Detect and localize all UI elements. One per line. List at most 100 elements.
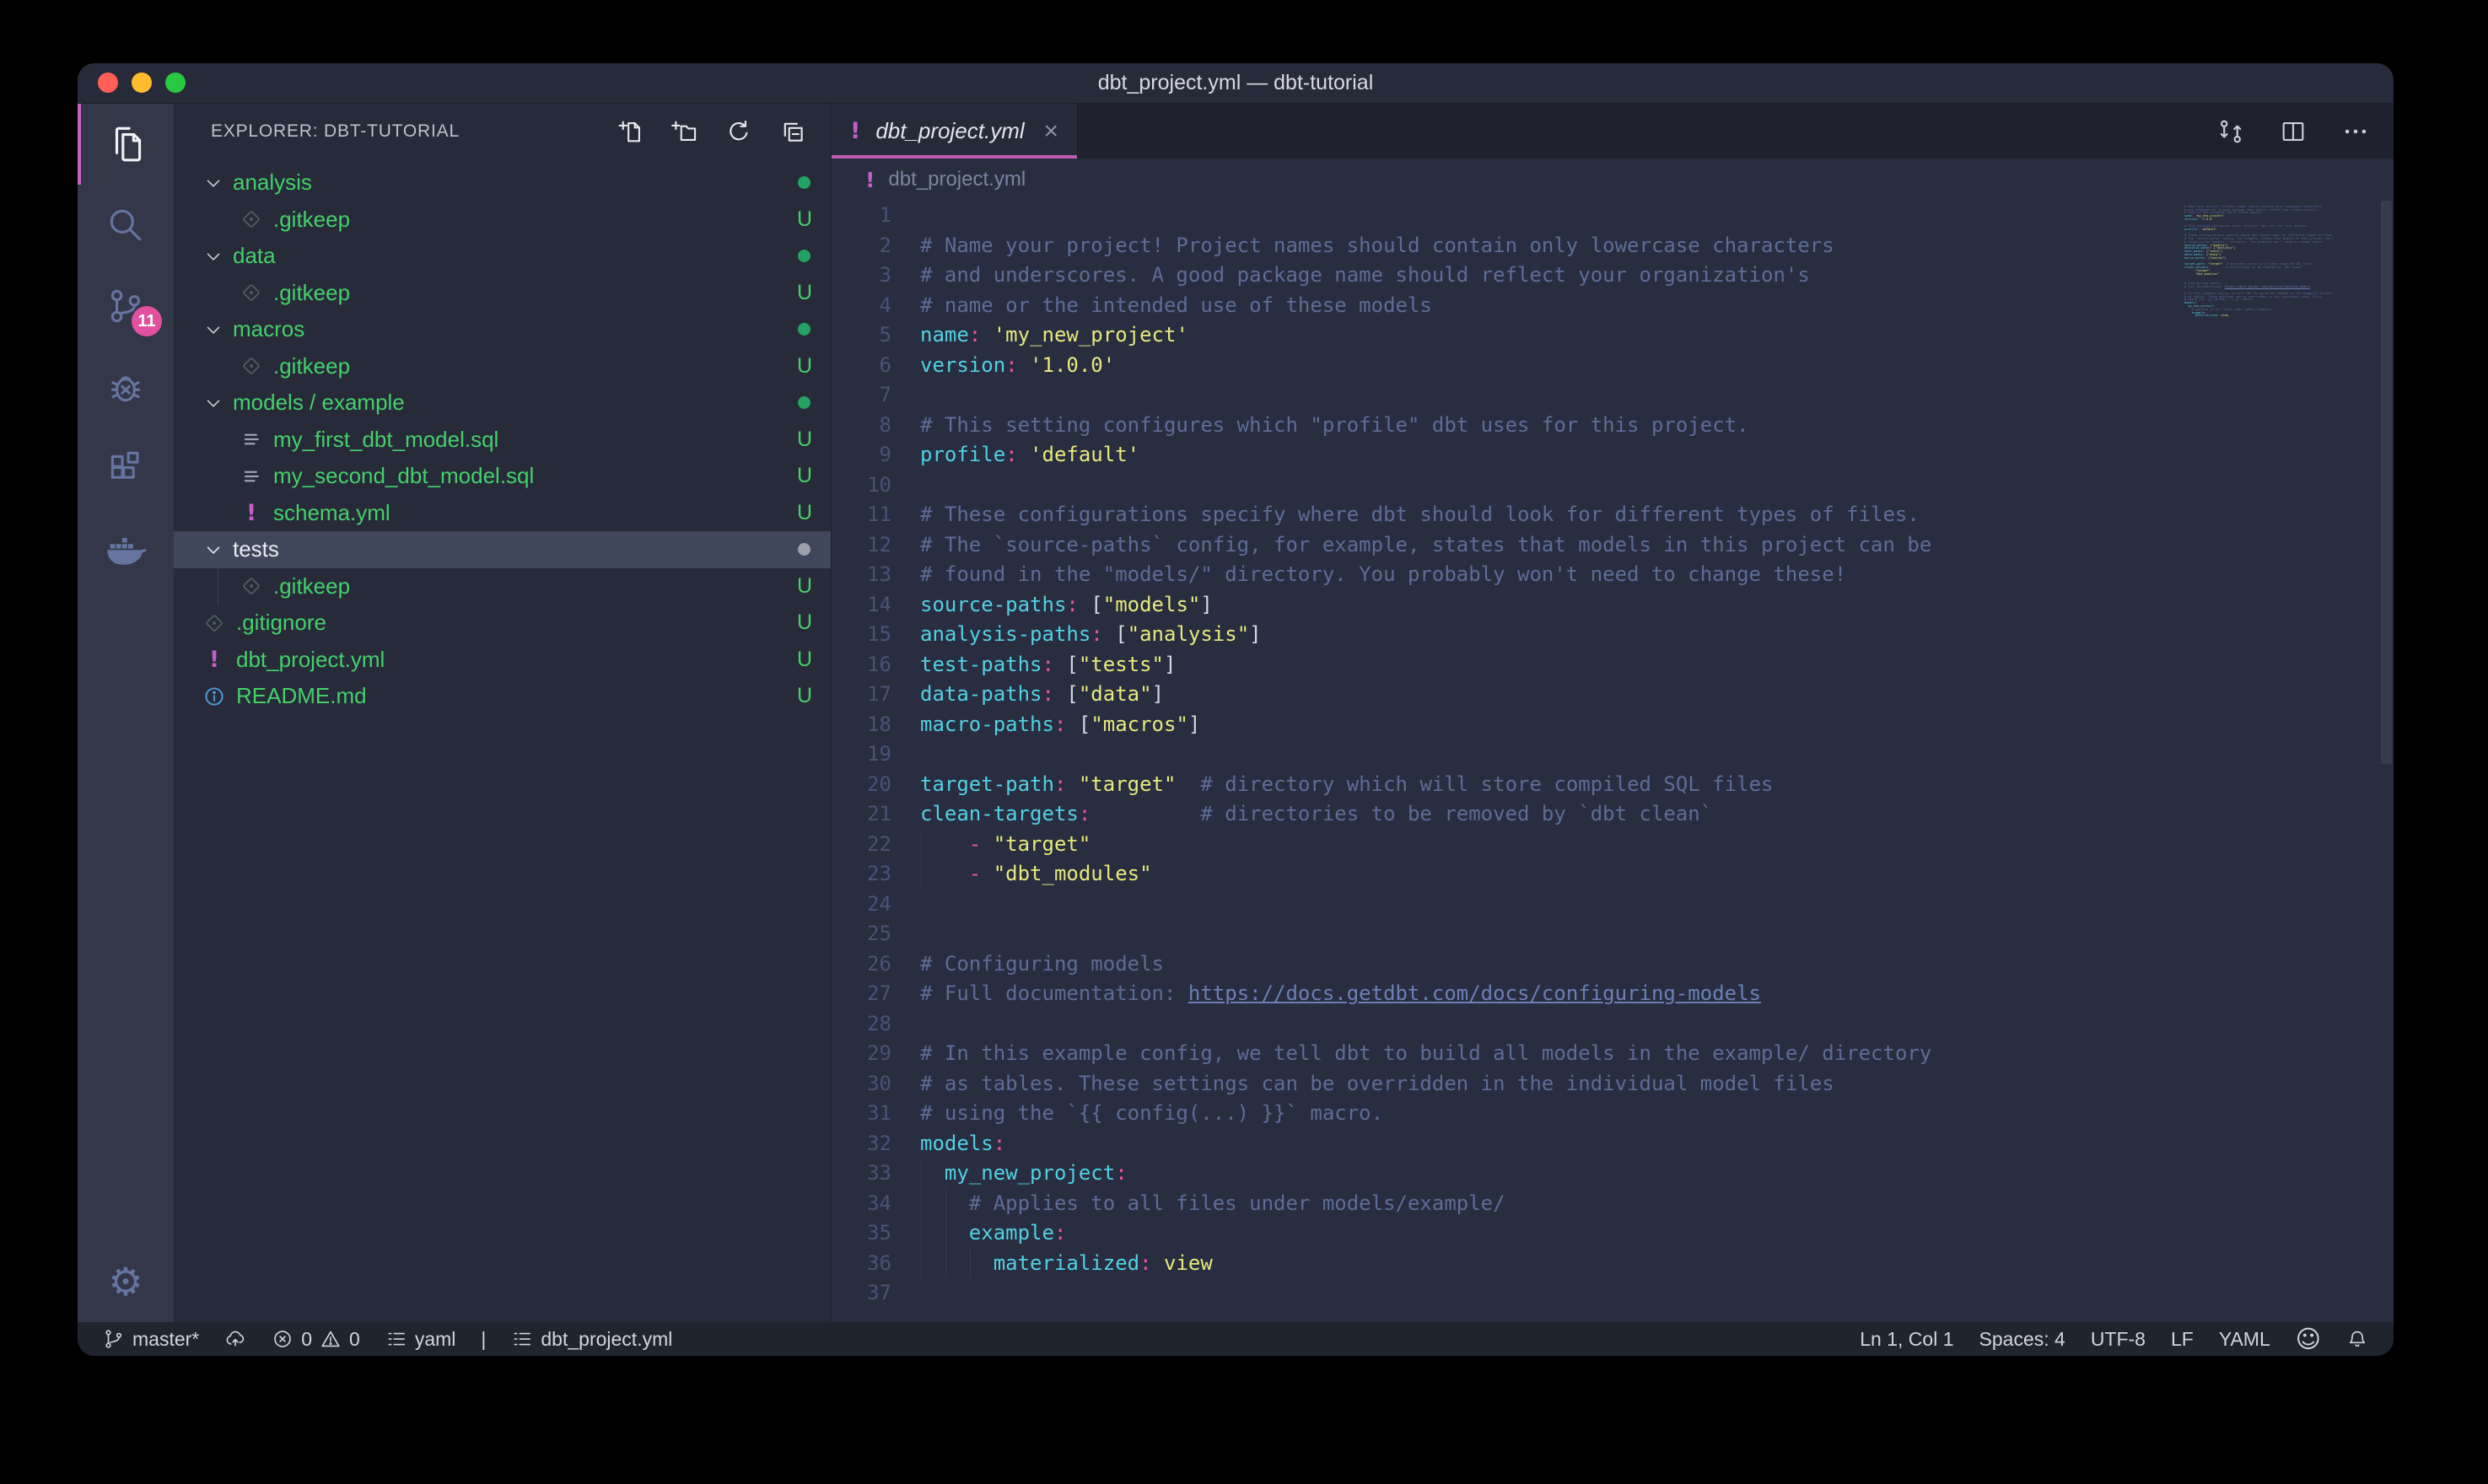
code-line: 21clean-targets: # directories to be rem…: [832, 799, 2394, 830]
activity-item-docker[interactable]: [78, 508, 174, 589]
status-0[interactable]: 00: [272, 1328, 360, 1351]
line-number: 15: [832, 620, 920, 650]
new-folder-button[interactable]: [669, 116, 701, 148]
line-number: 20: [832, 770, 920, 800]
git-untracked-badge: U: [797, 354, 812, 379]
status-lf[interactable]: LF: [2171, 1328, 2194, 1351]
status-yaml[interactable]: yaml: [385, 1328, 456, 1351]
line-number: 37: [832, 1278, 920, 1309]
folder-modified-dot: [798, 176, 810, 189]
line-number: 30: [832, 1069, 920, 1100]
new-file-button[interactable]: [615, 116, 647, 148]
status-label: 0: [349, 1328, 360, 1351]
activity-item-source-control[interactable]: 11: [78, 266, 174, 347]
status--[interactable]: |: [481, 1328, 486, 1351]
tree-item-label: tests: [233, 536, 279, 562]
code-line: 28: [832, 1009, 2394, 1040]
collapse-all-button[interactable]: [777, 116, 809, 148]
tree-item-label: README.md: [236, 683, 367, 709]
search-icon: [105, 204, 147, 246]
tree-item-dbt-project.yml[interactable]: !dbt_project.ymlU: [174, 642, 831, 679]
breadcrumb[interactable]: ! dbt_project.yml: [832, 159, 2394, 201]
tab-dbt-project-yml[interactable]: ! dbt_project.yml ×: [832, 104, 1078, 159]
status-bar: master*00yaml|dbt_project.yml Ln 1, Col …: [78, 1322, 2394, 1356]
tree-item-macros[interactable]: macros: [174, 311, 831, 348]
code-line: 22 - "target": [832, 830, 2394, 860]
status-spaces-4[interactable]: Spaces: 4: [1979, 1328, 2065, 1351]
sql-file-icon: [240, 427, 263, 451]
more-actions-button[interactable]: [2341, 117, 2370, 146]
activity-item-files[interactable]: [78, 104, 174, 185]
split-editor-icon: [2279, 117, 2308, 146]
line-number: 7: [832, 380, 920, 411]
tree-item-tests[interactable]: tests: [174, 531, 831, 568]
close-icon[interactable]: ×: [1043, 117, 1058, 146]
settings-gear-icon: ⚙: [108, 1262, 143, 1301]
code-area[interactable]: 12 # Name your project! Project names sho…: [832, 201, 2394, 1322]
yaml-file-icon: !: [240, 501, 263, 524]
status-feedback-smiley[interactable]: ☺: [2296, 1327, 2321, 1352]
status-label: dbt_project.yml: [541, 1328, 672, 1351]
tree-item-data[interactable]: data: [174, 238, 831, 275]
vscode-window: dbt_project.yml — dbt-tutorial 11⚙ EXPLO…: [78, 63, 2394, 1356]
line-number: 5: [832, 320, 920, 351]
activity-item-settings-gear[interactable]: ⚙: [78, 1241, 174, 1322]
tree-item-my-second-dbt-model.sql[interactable]: my_second_dbt_model.sqlU: [174, 458, 831, 495]
indent-guide: [921, 1189, 922, 1219]
git-untracked-badge: U: [797, 501, 812, 525]
yaml-file-icon: !: [865, 168, 875, 192]
tree-item-schema.yml[interactable]: !schema.ymlU: [174, 495, 831, 532]
activity-item-extensions[interactable]: [78, 427, 174, 508]
status-bell[interactable]: [2346, 1328, 2368, 1350]
explorer-sidebar: EXPLORER: DBT-TUTORIAL analysis.gitkeepU…: [174, 104, 832, 1322]
git-untracked-badge: U: [797, 427, 812, 452]
status-master-[interactable]: master*: [103, 1328, 199, 1351]
tree-item-label: analysis: [233, 169, 312, 196]
titlebar[interactable]: dbt_project.yml — dbt-tutorial: [78, 63, 2394, 104]
line-number: 8: [832, 411, 920, 441]
status-yaml[interactable]: YAML: [2219, 1328, 2270, 1351]
line-number: 12: [832, 530, 920, 561]
line-number: 27: [832, 979, 920, 1009]
tree-item-analysis[interactable]: analysis: [174, 164, 831, 202]
indent-guide: [945, 1249, 946, 1279]
editor-scrollbar[interactable]: [2381, 201, 2392, 764]
status-dbt-project-yml[interactable]: dbt_project.yml: [511, 1328, 672, 1351]
status-sync[interactable]: [224, 1328, 246, 1350]
code-line: 7: [832, 380, 2394, 411]
split-editor-button[interactable]: [2279, 117, 2308, 146]
status-ln-1-col-1[interactable]: Ln 1, Col 1: [1860, 1328, 1953, 1351]
code-line: 10: [832, 470, 2394, 501]
code-line: 14source-paths: ["models"]: [832, 590, 2394, 621]
code-line: 17data-paths: ["data"]: [832, 680, 2394, 710]
tree-item-.gitkeep[interactable]: .gitkeepU: [174, 275, 831, 312]
status-label: UTF-8: [2091, 1328, 2146, 1351]
tree-item-label: .gitkeep: [273, 207, 350, 233]
code-line: 9profile: 'default': [832, 440, 2394, 470]
folder-modified-dot: [798, 250, 810, 262]
tree-item-readme.md[interactable]: README.mdU: [174, 678, 831, 715]
code-line: 26# Configuring models: [832, 949, 2394, 980]
activity-item-search[interactable]: [78, 185, 174, 266]
branch-icon: [103, 1328, 125, 1350]
tree-item-.gitkeep[interactable]: .gitkeepU: [174, 202, 831, 239]
tree-item-.gitignore[interactable]: .gitignoreU: [174, 605, 831, 642]
sql-file-icon: [240, 465, 263, 488]
status-label: 0: [301, 1328, 312, 1351]
status-utf-8[interactable]: UTF-8: [2091, 1328, 2146, 1351]
extensions-icon: [105, 447, 147, 489]
tree-item-.gitkeep[interactable]: .gitkeepU: [174, 348, 831, 385]
minimap[interactable]: # Name your project! Project names shoul…: [2184, 202, 2333, 413]
tree-item-label: my_second_dbt_model.sql: [273, 463, 534, 489]
activity-item-debug[interactable]: [78, 347, 174, 427]
code-line: 18macro-paths: ["macros"]: [832, 710, 2394, 740]
window-title: dbt_project.yml — dbt-tutorial: [78, 63, 2394, 103]
tree-item-my-first-dbt-model.sql[interactable]: my_first_dbt_model.sqlU: [174, 422, 831, 459]
tree-item-.gitkeep[interactable]: .gitkeepU: [174, 568, 831, 605]
compare-button[interactable]: [2216, 117, 2245, 146]
code-line: 1: [832, 201, 2394, 231]
line-number: 18: [832, 710, 920, 740]
code-line: 19: [832, 739, 2394, 770]
refresh-button[interactable]: [723, 116, 755, 148]
tree-item-models-example[interactable]: models / example: [174, 384, 831, 422]
